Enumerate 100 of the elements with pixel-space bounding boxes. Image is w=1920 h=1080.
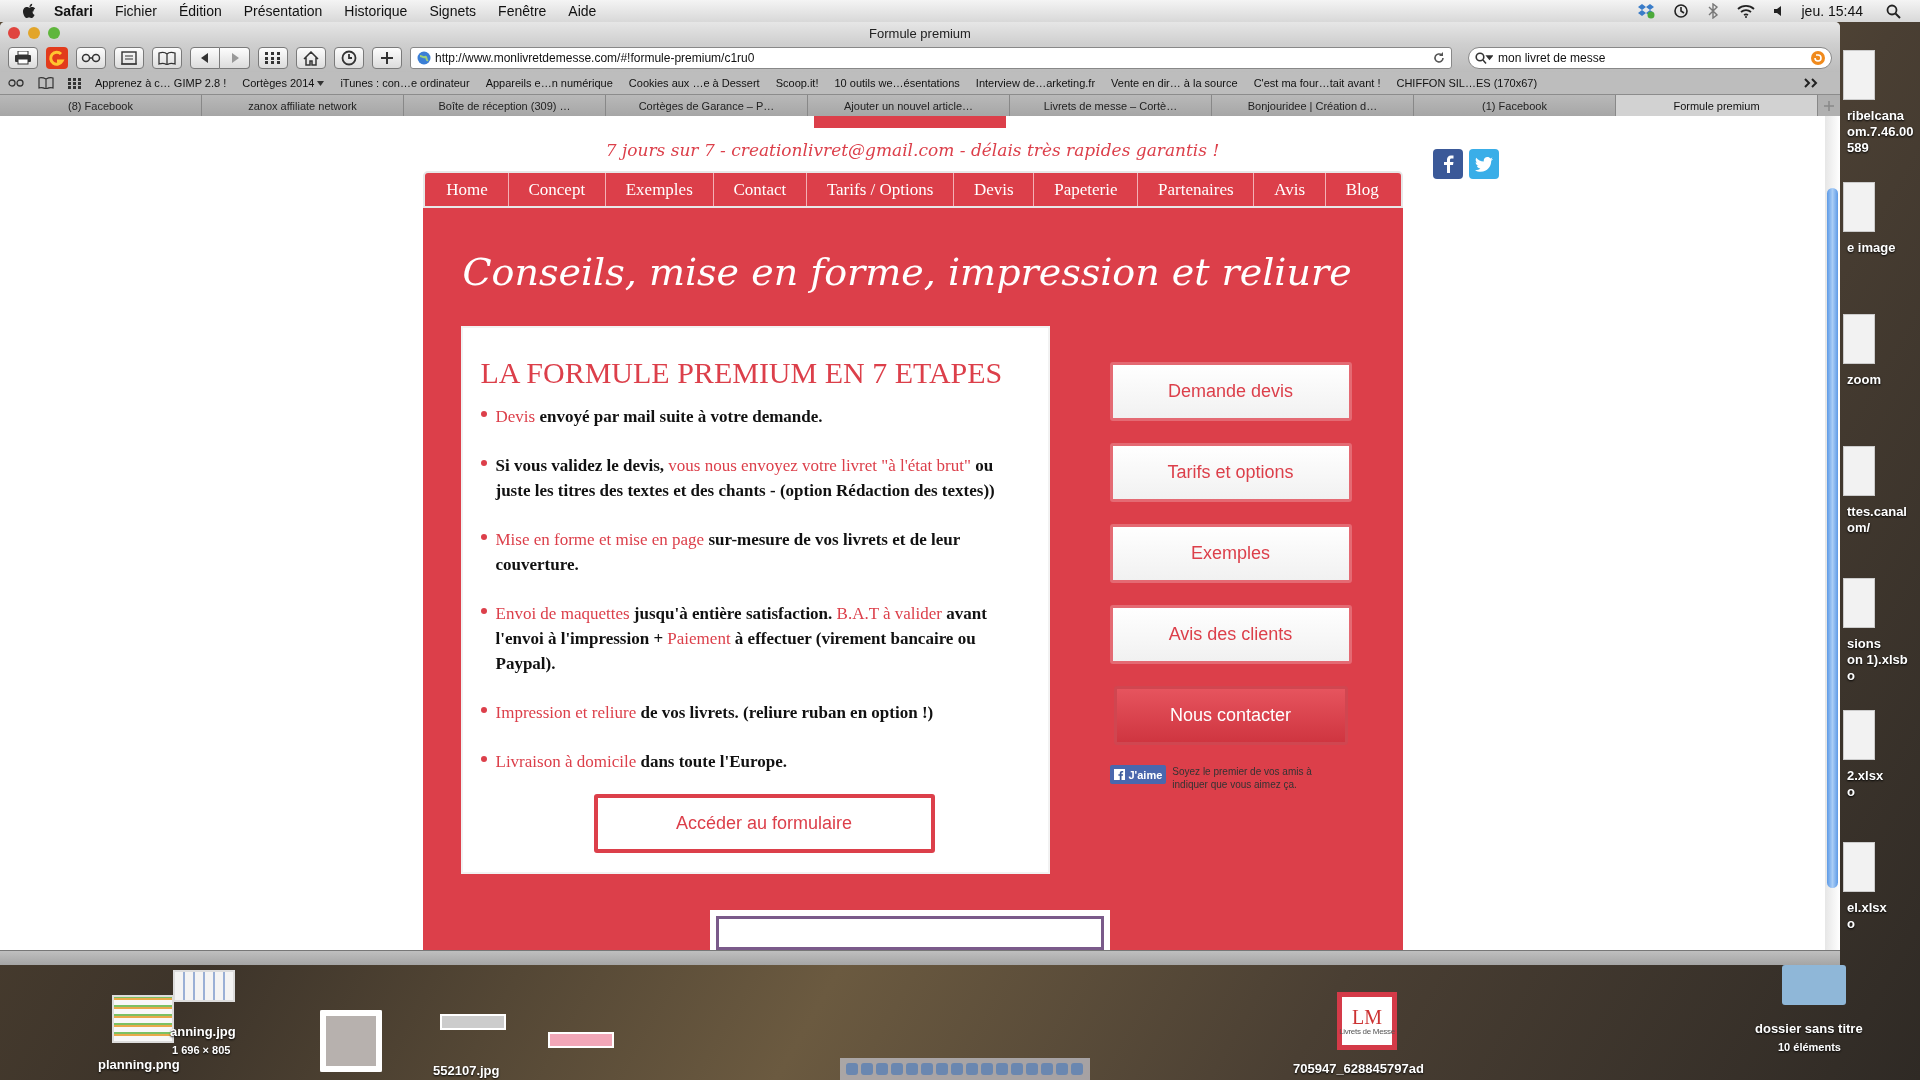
browser-tab[interactable]: zanox affiliate network	[202, 95, 404, 116]
apple-icon[interactable]	[22, 3, 36, 19]
browser-tab[interactable]: Formule premium	[1616, 95, 1818, 116]
file-name[interactable]: on 1).xlsb	[1843, 652, 1908, 668]
bookmarks-icon[interactable]	[38, 77, 54, 89]
menu-item[interactable]: Aide	[568, 3, 597, 19]
side-button[interactable]: Exemples	[1109, 524, 1352, 583]
file-name[interactable]: 589	[1843, 140, 1869, 156]
nav-link[interactable]: Concept	[508, 173, 606, 206]
app-menu[interactable]: Safari	[54, 3, 93, 19]
browser-tab[interactable]: (1) Facebook	[1414, 95, 1616, 116]
file-name[interactable]: el.xlsx	[1843, 900, 1887, 916]
bookmark-link[interactable]: iTunes : con…e ordinateur	[340, 77, 470, 89]
file-name[interactable]: 705947_628845797ad	[1293, 1061, 1424, 1077]
nav-link[interactable]: Tarifs / Options	[807, 173, 955, 206]
search-field[interactable]: mon livret de messe	[1468, 47, 1832, 69]
bookmark-link[interactable]: Vente en dir… à la source	[1111, 77, 1238, 89]
folder-name[interactable]: dossier sans titre	[1755, 1021, 1863, 1037]
dropbox-icon[interactable]	[1636, 3, 1655, 19]
menu-item[interactable]: Historique	[344, 3, 408, 19]
nav-link[interactable]: Home	[426, 173, 509, 206]
back-button[interactable]	[190, 47, 220, 69]
scroll-bar[interactable]	[1825, 116, 1840, 950]
bullet-icon	[480, 756, 487, 762]
side-button[interactable]: Demande devis	[1109, 362, 1352, 421]
forward-button[interactable]	[220, 47, 250, 69]
menu-item[interactable]: Signets	[429, 3, 477, 19]
bookmark-link[interactable]: Cortèges 2014	[242, 77, 325, 89]
file-name[interactable]: o	[1843, 784, 1855, 800]
search-icon[interactable]	[1886, 3, 1901, 19]
grid-button[interactable]	[258, 47, 288, 69]
bookmark-link[interactable]: Interview de…arketing.fr	[975, 77, 1096, 89]
nav-link[interactable]: Partenaires	[1138, 173, 1255, 206]
volume-icon[interactable]	[1772, 5, 1783, 17]
glasses-button[interactable]	[76, 47, 106, 69]
file-name[interactable]: ttes.canal	[1843, 504, 1907, 520]
form-button[interactable]: Accéder au formulaire	[593, 794, 935, 853]
nav-link[interactable]: Blog	[1325, 173, 1399, 206]
photo-placeholder[interactable]	[320, 1010, 382, 1072]
browser-tab[interactable]: (8) Facebook	[0, 95, 202, 116]
file-name[interactable]: 2.xlsx	[1843, 768, 1884, 784]
bookmark-link[interactable]: Appareils e…n numérique	[485, 77, 613, 89]
menu-item[interactable]: Fenêtre	[498, 3, 547, 19]
side-button[interactable]: Tarifs et options	[1109, 443, 1352, 502]
close-button[interactable]	[8, 27, 20, 39]
history-button[interactable]	[334, 47, 364, 69]
time-machine-icon[interactable]	[1672, 3, 1689, 19]
bookmark-link[interactable]: Cookies aux …e à Dessert	[628, 77, 760, 89]
bookmark-link[interactable]: CHIFFON SIL…ES (170x67)	[1396, 77, 1538, 89]
file-name[interactable]: o	[1843, 668, 1855, 684]
book-button[interactable]	[152, 47, 182, 69]
app-icon[interactable]	[46, 47, 68, 69]
nav-link[interactable]: Avis	[1254, 173, 1326, 206]
file-name[interactable]: sions	[1843, 636, 1881, 652]
side-button[interactable]: Avis des clients	[1109, 605, 1352, 664]
grid-icon[interactable]	[68, 77, 81, 89]
nav-link[interactable]: Exemples	[605, 173, 714, 206]
home-button[interactable]	[296, 47, 326, 69]
more-bookmarks-icon[interactable]	[1804, 78, 1818, 88]
menu-item[interactable]: Fichier	[114, 3, 157, 19]
file-name[interactable]: planning.png	[98, 1057, 180, 1073]
browser-tab[interactable]: Bonjouridee | Création d…	[1212, 95, 1414, 116]
image-thumbnail[interactable]	[548, 1032, 614, 1048]
bookmark-link[interactable]: Scoop.it!	[775, 77, 819, 89]
file-name[interactable]: o	[1843, 916, 1855, 932]
file-name[interactable]: zoom	[1843, 372, 1881, 388]
nav-link[interactable]: Devis	[954, 173, 1035, 206]
browser-tab[interactable]: Cortèges de Garance – P…	[606, 95, 808, 116]
nav-link[interactable]: Contact	[713, 173, 808, 206]
facebook-icon[interactable]	[1432, 149, 1463, 179]
file-name[interactable]: e image	[1843, 240, 1896, 256]
add-bookmark-button[interactable]	[372, 47, 402, 69]
browser-tab[interactable]: Livrets de messe – Cortè…	[1010, 95, 1212, 116]
browser-tab[interactable]: Boîte de réception (309) …	[404, 95, 606, 116]
browser-tab[interactable]: Ajouter un nouvel article…	[808, 95, 1010, 116]
side-button[interactable]: Nous contacter	[1113, 686, 1348, 745]
zoom-button[interactable]	[48, 27, 60, 39]
print-button[interactable]	[8, 47, 38, 69]
snapback-icon[interactable]	[1811, 51, 1825, 65]
file-name[interactable]: 552107.jpg	[433, 1063, 500, 1079]
image-thumbnail[interactable]	[440, 1014, 506, 1030]
like-button[interactable]: J'aime	[1109, 765, 1167, 784]
bird-icon[interactable]	[1468, 149, 1499, 179]
wifi-icon[interactable]	[1736, 4, 1755, 18]
file-name[interactable]: ribelcana	[1843, 108, 1905, 124]
spreadsheet-thumbnail[interactable]	[173, 970, 235, 1002]
bookmark-link[interactable]: C'est ma four…tait avant !	[1253, 77, 1381, 89]
file-name[interactable]: om.7.46.00	[1843, 124, 1914, 140]
file-name[interactable]: om/	[1843, 520, 1871, 536]
bookmark-link[interactable]: Apprenez à c… GIMP 2.8 !	[95, 77, 227, 89]
address-field[interactable]: http://www.monlivretdemesse.com/#!formule-premium/c1ru0	[410, 47, 1452, 69]
nav-link[interactable]: Papeterie	[1034, 173, 1139, 206]
reload-icon[interactable]	[1433, 52, 1445, 64]
menu-item[interactable]: Édition	[178, 3, 222, 19]
bookmark-link[interactable]: 10 outils we…ésentations	[834, 77, 960, 89]
bluetooth-icon[interactable]	[1706, 3, 1719, 19]
reader-button[interactable]	[114, 47, 144, 69]
menu-item[interactable]: Présentation	[243, 3, 323, 19]
reading-list-icon[interactable]	[8, 79, 24, 87]
clock[interactable]: jeu. 15:44	[1801, 3, 1863, 19]
